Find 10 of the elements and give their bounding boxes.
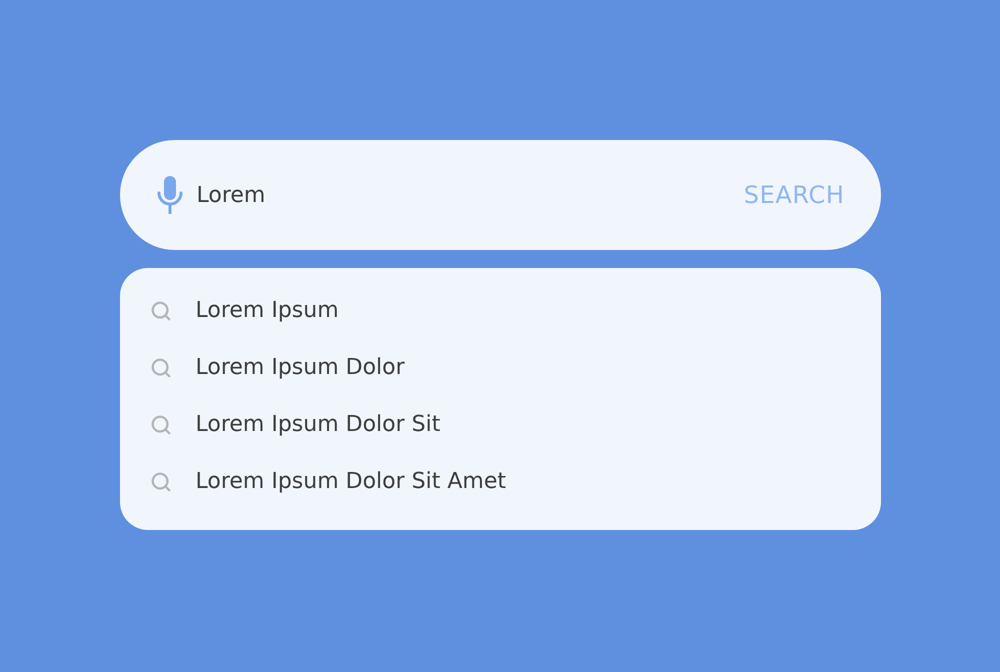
suggestion-item[interactable]: Lorem Ipsum [150,282,880,339]
search-icon [150,414,172,436]
search-icon [150,470,172,492]
search-icon [150,356,172,378]
microphone-icon[interactable] [156,176,184,214]
search-input[interactable]: Lorem [196,178,744,212]
suggestion-item[interactable]: Lorem Ipsum Dolor Sit [150,396,880,453]
suggestion-item[interactable]: Lorem Ipsum Dolor Sit Amet [150,453,880,510]
suggestion-item[interactable]: Lorem Ipsum Dolor [150,339,880,396]
search-icon [150,300,172,322]
